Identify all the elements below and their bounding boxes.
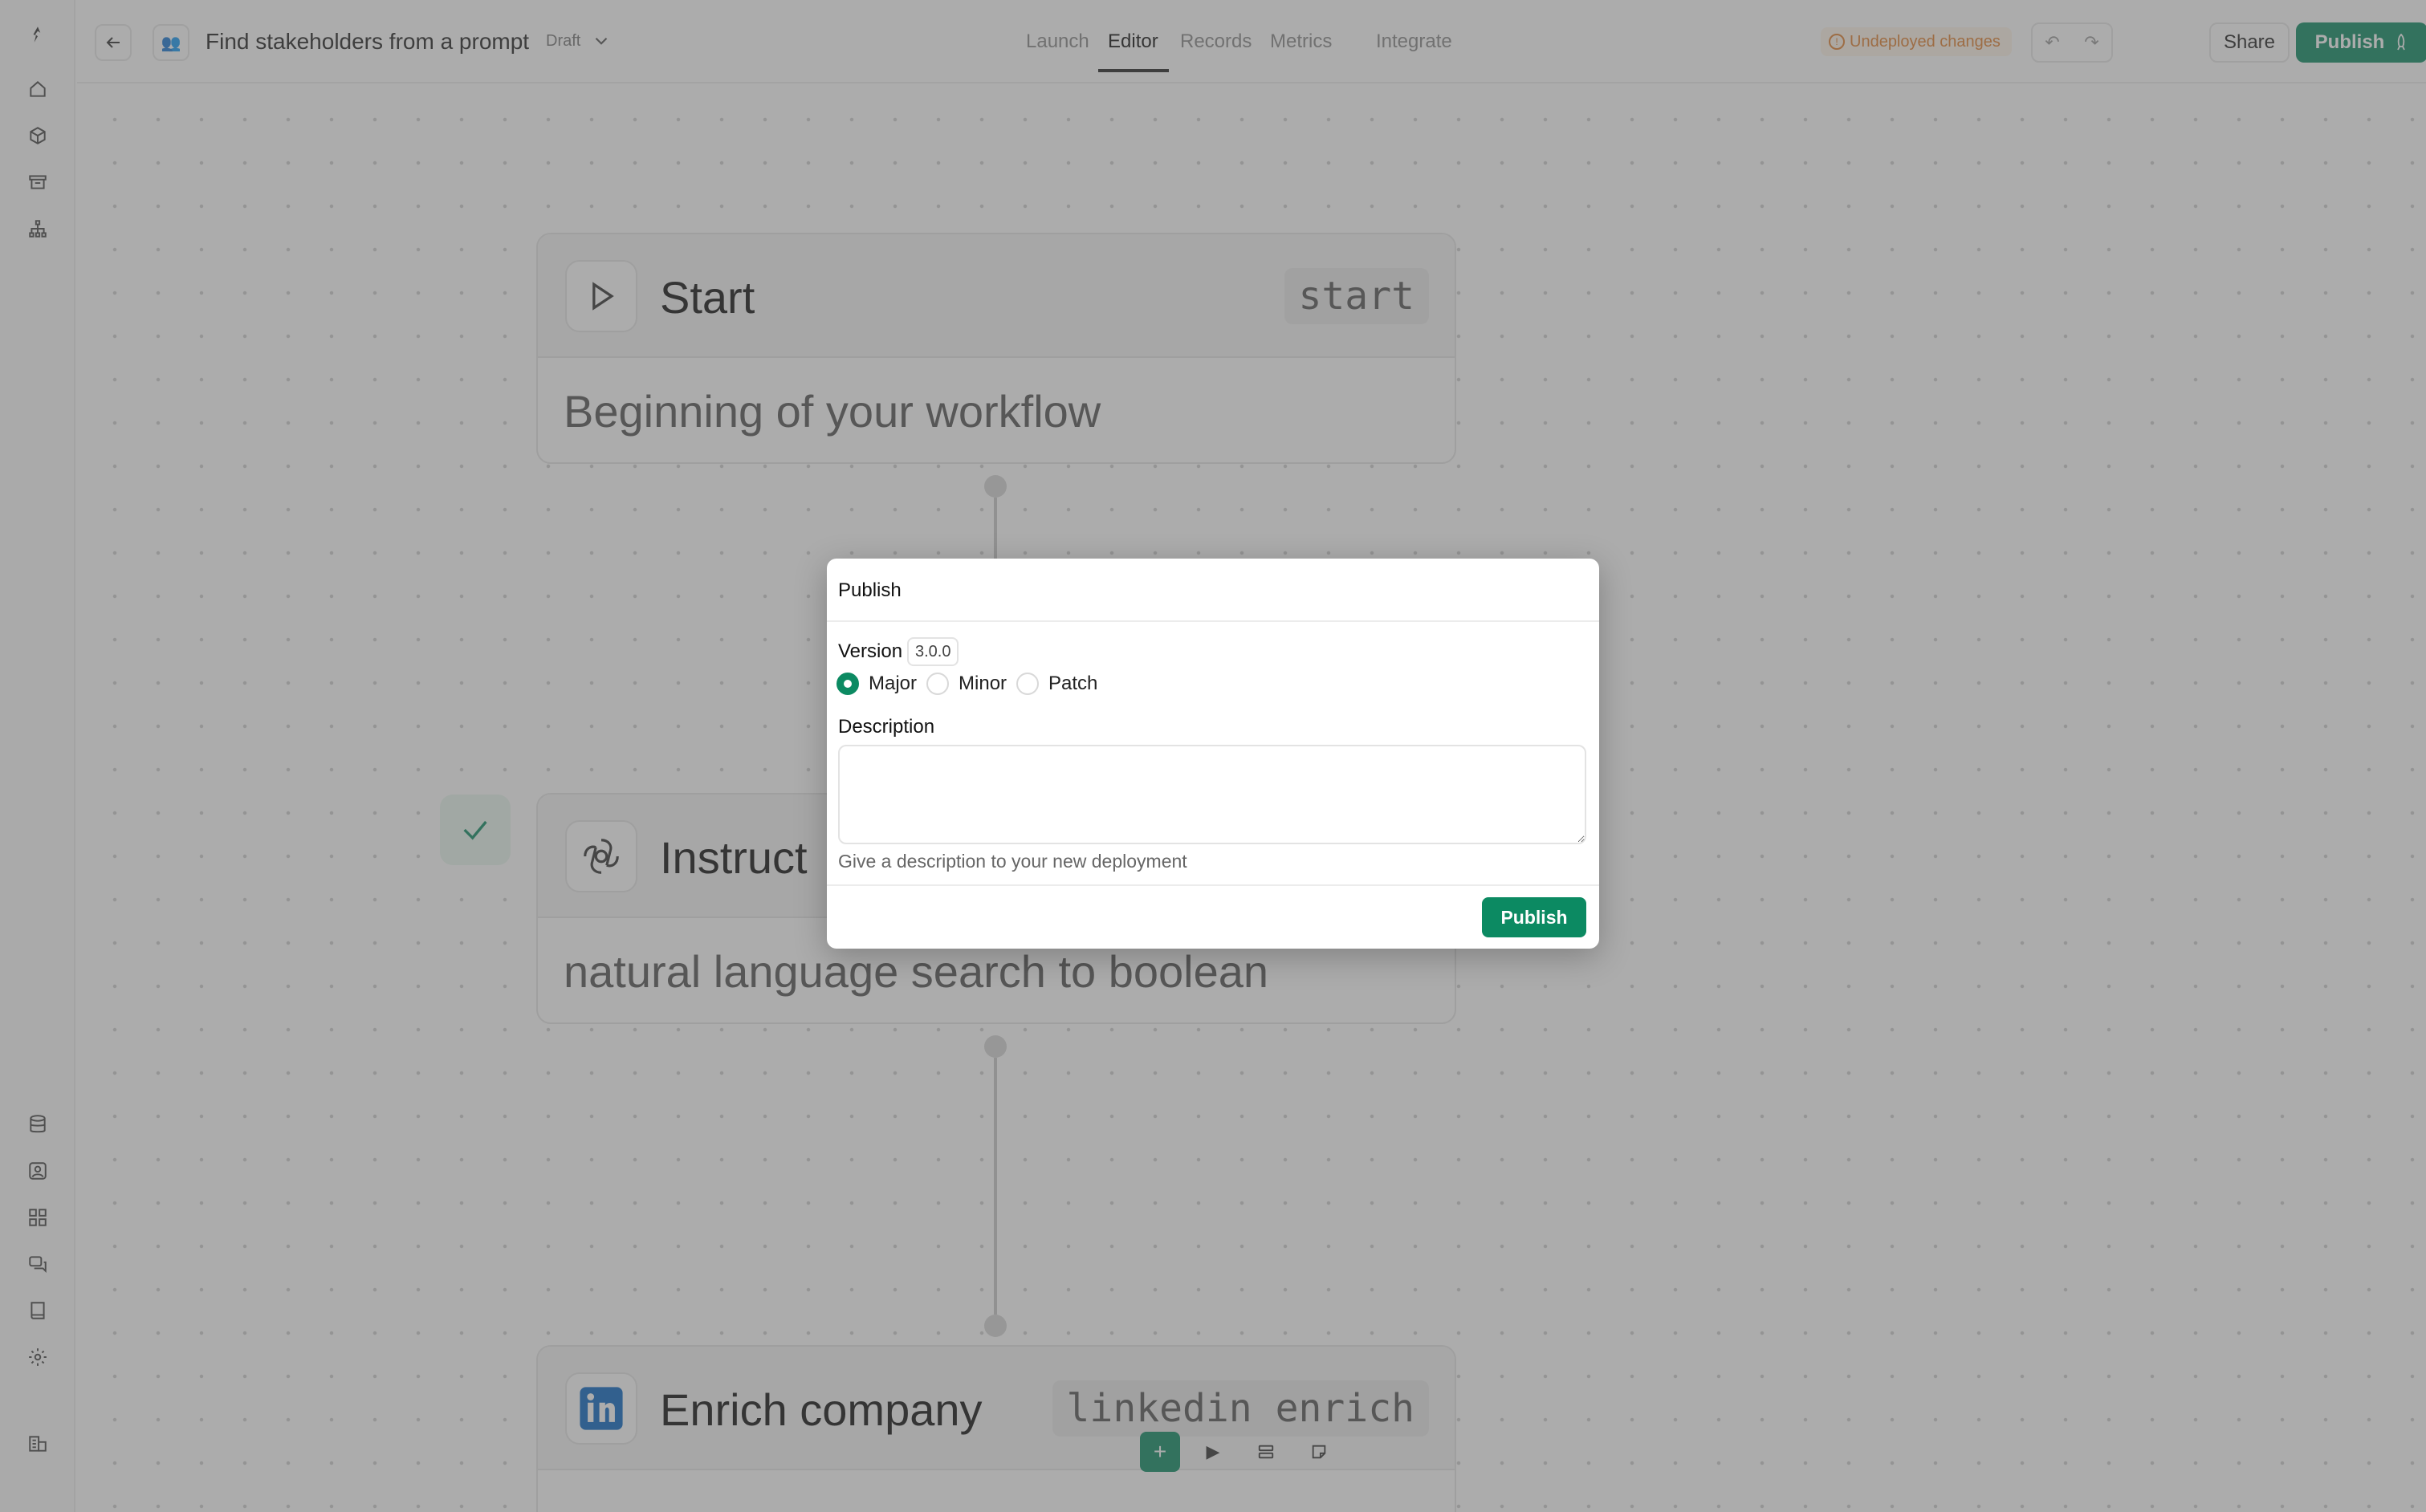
radio-button-selected[interactable] — [836, 673, 859, 695]
publish-button[interactable]: Publish — [1482, 897, 1586, 937]
radio-label: Minor — [959, 673, 1007, 694]
radio-minor[interactable]: Minor — [926, 673, 1007, 695]
publish-dialog: Publish Version 3.0.0 Major Minor Patch … — [827, 559, 1599, 949]
description-label: Description — [838, 716, 935, 738]
dialog-title: Publish — [838, 579, 902, 601]
divider — [827, 620, 1599, 622]
radio-label: Patch — [1048, 673, 1098, 694]
description-hint: Give a description to your new deploymen… — [838, 851, 1187, 872]
radio-patch[interactable]: Patch — [1016, 673, 1097, 695]
radio-label: Major — [869, 673, 918, 694]
radio-button[interactable] — [926, 673, 950, 695]
version-type-radio-group: Major Minor Patch — [836, 673, 1107, 695]
radio-button[interactable] — [1016, 673, 1040, 695]
divider — [827, 884, 1599, 886]
description-textarea[interactable] — [838, 745, 1586, 844]
version-label: Version — [838, 640, 903, 662]
version-badge: 3.0.0 — [907, 637, 959, 666]
radio-major[interactable]: Major — [836, 673, 917, 695]
